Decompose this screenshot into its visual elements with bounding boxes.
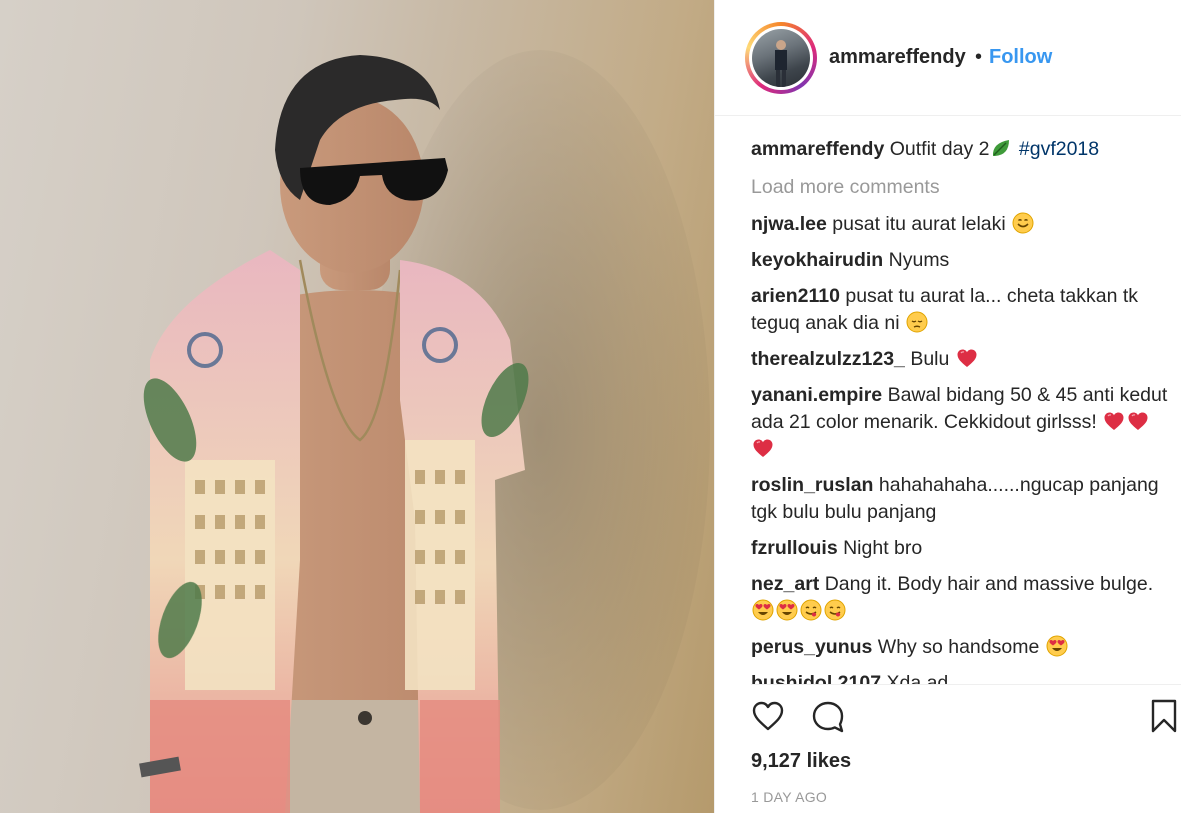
caption-hashtag[interactable]: #gvf2018 — [1019, 138, 1099, 160]
heart-eyes-emoji-icon — [1046, 635, 1068, 657]
avatar-person-figure — [775, 40, 787, 87]
comment-username[interactable]: yanani.empire — [751, 384, 882, 406]
comment-username[interactable]: bushidol 2107 — [751, 672, 881, 684]
post-side-panel: ammareffendy • Follow ammareffendy Outfi… — [714, 0, 1181, 813]
comment-username[interactable]: fzrullouis — [751, 537, 838, 559]
heart-emoji-icon — [1128, 412, 1148, 430]
comment-text: Nyums — [888, 249, 950, 271]
comment-username[interactable]: roslin_ruslan — [751, 474, 873, 496]
avatar-image — [752, 29, 810, 87]
heart-eyes-emoji-icon — [752, 599, 774, 621]
comment-username[interactable]: nez_art — [751, 573, 819, 595]
post-caption: ammareffendy Outfit day 2 #gvf2018 — [751, 136, 1171, 163]
comment-item: nez_art Dang it. Body hair and massive b… — [751, 571, 1171, 625]
likes-count[interactable]: 9,127 likes — [751, 750, 851, 773]
load-more-comments-button[interactable]: Load more comments — [751, 174, 1171, 201]
post-photo[interactable] — [0, 0, 714, 813]
actions-divider — [751, 684, 1181, 685]
comment-text: Xda ad... — [886, 672, 965, 684]
heart-emoji-icon — [753, 439, 773, 457]
caption-username[interactable]: ammareffendy — [751, 138, 884, 160]
yum-emoji-icon — [824, 599, 846, 621]
comment-text: Bulu — [910, 348, 950, 370]
like-button[interactable] — [751, 700, 785, 737]
heart-eyes-emoji-icon — [776, 599, 798, 621]
separator-dot: • — [975, 46, 983, 68]
pensive-emoji-icon — [906, 311, 928, 333]
comment-username[interactable]: perus_yunus — [751, 636, 872, 658]
comment-item: therealzulzz123_ Bulu — [751, 346, 1171, 373]
comment-username[interactable]: arien2110 — [751, 285, 840, 307]
comment-item: njwa.lee pusat itu aurat lelaki — [751, 211, 1171, 238]
post-timestamp[interactable]: 1 DAY AGO — [751, 789, 827, 805]
post-header: ammareffendy • Follow — [715, 0, 1181, 116]
comment-text: Why so handsome — [877, 636, 1040, 658]
yum-emoji-icon — [800, 599, 822, 621]
comment-item: bushidol 2107 Xda ad... — [751, 670, 1171, 684]
comment-button[interactable] — [811, 700, 845, 739]
comments-list[interactable]: ammareffendy Outfit day 2 #gvf2018 Load … — [751, 136, 1171, 684]
bookmark-icon — [1151, 699, 1177, 733]
avatar[interactable] — [749, 26, 813, 90]
comment-item: arien2110 pusat tu aurat la... cheta tak… — [751, 283, 1171, 337]
post-image — [139, 50, 710, 813]
comment-username[interactable]: keyokhairudin — [751, 249, 883, 271]
comment-text: Dang it. Body hair and massive bulge. — [824, 573, 1154, 595]
comment-item: fzrullouis Night bro — [751, 535, 1171, 562]
heart-emoji-icon — [957, 349, 977, 367]
smile-emoji-icon — [1012, 212, 1034, 234]
story-ring[interactable] — [745, 22, 817, 94]
comment-entries: njwa.lee pusat itu aurat lelaki keyokhai… — [751, 211, 1171, 684]
heart-emoji-icon — [1104, 412, 1124, 430]
leaf-icon — [993, 140, 1010, 156]
caption-text: Outfit day 2 — [889, 138, 990, 160]
save-button[interactable] — [1149, 698, 1179, 739]
speech-bubble-icon — [812, 701, 844, 733]
comment-username[interactable]: therealzulzz123_ — [751, 348, 905, 370]
follow-button[interactable]: Follow — [989, 46, 1052, 69]
heart-outline-icon — [752, 701, 784, 731]
header-username[interactable]: ammareffendy — [829, 46, 966, 69]
comment-item: yanani.empire Bawal bidang 50 & 45 anti … — [751, 382, 1171, 463]
comment-text: Night bro — [843, 537, 923, 559]
comment-item: keyokhairudin Nyums — [751, 247, 1171, 274]
comment-username[interactable]: njwa.lee — [751, 213, 827, 235]
comment-item: roslin_ruslan hahahahaha......ngucap pan… — [751, 472, 1171, 526]
comment-text: pusat itu aurat lelaki — [832, 213, 1006, 235]
comment-item: perus_yunus Why so handsome — [751, 634, 1171, 661]
